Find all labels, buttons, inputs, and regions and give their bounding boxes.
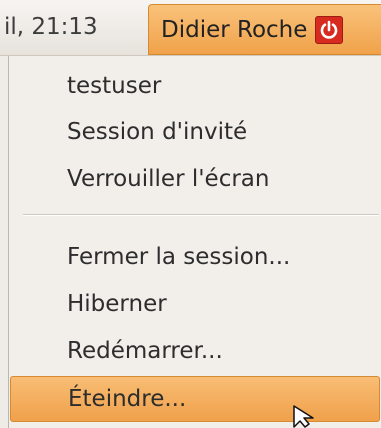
menu-item-restart[interactable]: Redémarrer... [9,328,381,374]
menu-item-shut-down[interactable]: Éteindre... [10,376,380,422]
power-icon [315,15,344,44]
menu-item-hibernate[interactable]: Hiberner [9,281,381,327]
top-panel: il, 21:13 Didier Roche [0,0,381,56]
clock-indicator[interactable]: il, 21:13 [0,0,138,55]
menu-item-lock-screen[interactable]: Verrouiller l'écran [9,156,381,202]
menu-item-log-out[interactable]: Fermer la session... [9,234,381,280]
mouse-pointer-icon [293,405,314,428]
menu-item-testuser[interactable]: testuser [9,63,381,109]
menu-separator [23,214,379,216]
session-menu: testuser Session d'invité Verrouiller l'… [8,56,381,428]
menu-item-guest-session[interactable]: Session d'invité [9,109,381,155]
user-name-label: Didier Roche [161,16,308,43]
user-session-menu-button[interactable]: Didier Roche [148,4,381,55]
